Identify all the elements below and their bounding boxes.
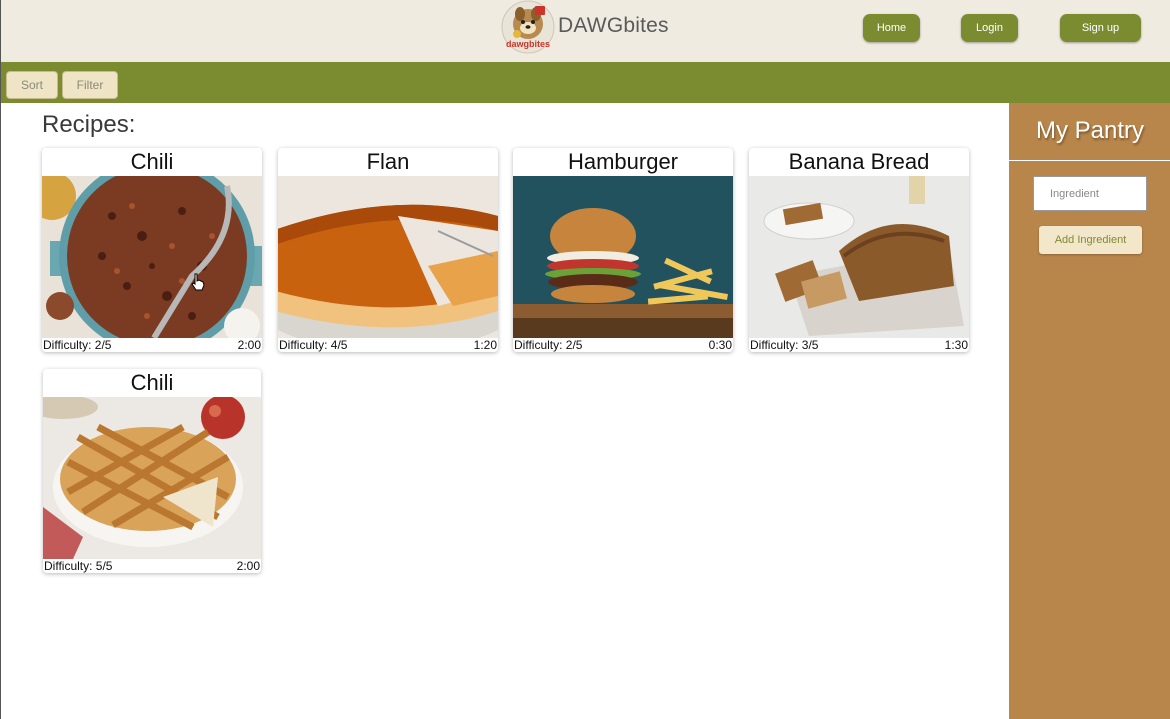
- recipe-card[interactable]: Chili Difficulty: 2/5 2:00: [42, 148, 262, 352]
- signup-button[interactable]: Sign up: [1060, 14, 1141, 42]
- recipe-card[interactable]: Hamburger Difficulty: 2/5 0:30: [513, 148, 733, 352]
- difficulty-label: Difficulty: 2/5: [514, 338, 583, 352]
- time-label: 0:30: [708, 338, 732, 352]
- hamburger-fries-image: [513, 176, 733, 338]
- logo-wordmark: dawgbites: [506, 39, 550, 49]
- time-label: 2:00: [236, 559, 260, 573]
- top-header: dawgbites DAWGbites Home Login Sign up: [1, 0, 1170, 62]
- recipe-title: Banana Bread: [788, 149, 930, 174]
- recipes-heading: Recipes:: [42, 111, 136, 138]
- flan-image: [278, 176, 498, 338]
- recipe-title: Flan: [366, 149, 410, 174]
- recipe-footer: Difficulty: 3/5 1:30: [749, 338, 969, 352]
- pantry-title: My Pantry: [1035, 117, 1145, 144]
- difficulty-label: Difficulty: 2/5: [43, 338, 112, 352]
- brand-name: DAWGbites: [558, 14, 669, 37]
- banana-bread-image: [749, 176, 969, 338]
- recipe-card[interactable]: Flan Difficulty: 4/5 1:20: [278, 148, 498, 352]
- ingredient-input[interactable]: [1033, 176, 1147, 211]
- time-label: 1:30: [944, 338, 968, 352]
- recipe-title: Chili: [130, 149, 174, 174]
- hand-cursor-icon: [191, 273, 205, 291]
- recipe-footer: Difficulty: 2/5 0:30: [513, 338, 733, 352]
- chili-pot-image: [42, 176, 262, 338]
- filter-toolbar: Sort Filter: [1, 62, 1170, 103]
- dawgbites-logo: dawgbites: [501, 0, 555, 54]
- apple-pie-image: [43, 397, 261, 559]
- recipe-card[interactable]: Chili Difficulty: 5/5 2:00: [43, 369, 261, 573]
- home-button[interactable]: Home: [863, 14, 920, 42]
- time-label: 2:00: [237, 338, 261, 352]
- recipe-title: Chili: [130, 370, 174, 395]
- time-label: 1:20: [473, 338, 497, 352]
- recipe-footer: Difficulty: 4/5 1:20: [278, 338, 498, 352]
- difficulty-label: Difficulty: 4/5: [279, 338, 348, 352]
- recipe-title: Hamburger: [567, 149, 679, 174]
- add-ingredient-button[interactable]: Add Ingredient: [1039, 226, 1142, 254]
- pantry-sidebar: My Pantry Add Ingredient: [1009, 103, 1170, 719]
- recipe-footer: Difficulty: 2/5 2:00: [42, 338, 262, 352]
- difficulty-label: Difficulty: 5/5: [44, 559, 113, 573]
- pantry-divider: [1009, 160, 1170, 161]
- login-button[interactable]: Login: [961, 14, 1018, 42]
- filter-button[interactable]: Filter: [62, 71, 118, 99]
- recipe-card[interactable]: Banana Bread Difficulty: 3/5 1:30: [749, 148, 969, 352]
- sort-button[interactable]: Sort: [6, 71, 58, 99]
- difficulty-label: Difficulty: 3/5: [750, 338, 819, 352]
- recipe-footer: Difficulty: 5/5 2:00: [43, 559, 261, 573]
